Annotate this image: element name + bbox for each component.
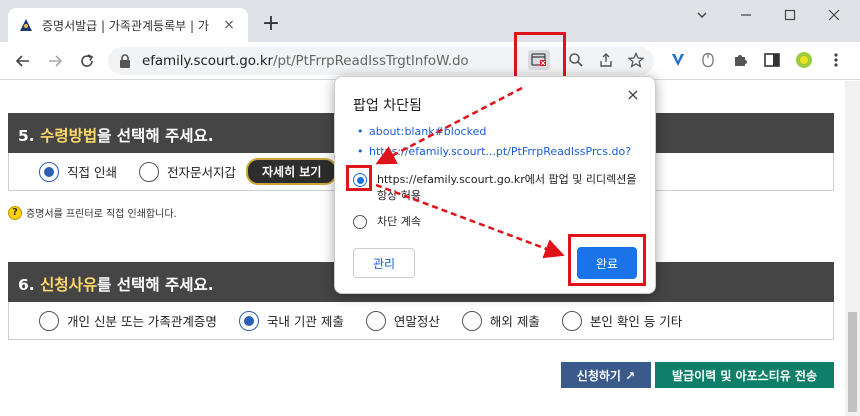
arrow-to-done-button: [375, 183, 565, 259]
arrow-to-allow-option: [375, 86, 523, 165]
annotation-arrows: [375, 86, 565, 259]
